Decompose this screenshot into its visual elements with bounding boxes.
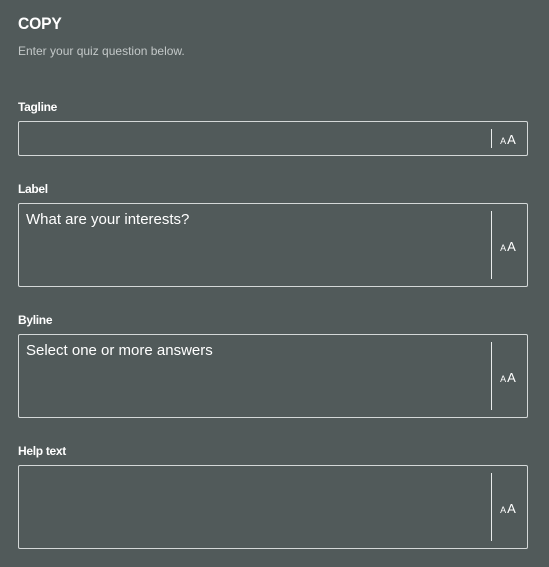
- section-title: COPY: [18, 14, 62, 33]
- text-size-icon[interactable]: AA: [499, 499, 517, 515]
- text-size-icon[interactable]: AA: [499, 130, 517, 146]
- byline-field[interactable]: Select one or more answers AA: [18, 334, 528, 418]
- help-text-label: Help text: [18, 444, 66, 458]
- tagline-field[interactable]: AA: [18, 121, 528, 156]
- label-value: What are your interests?: [26, 211, 190, 228]
- field-divider: [491, 129, 492, 148]
- text-size-icon[interactable]: AA: [499, 237, 517, 253]
- text-size-icon[interactable]: AA: [499, 368, 517, 384]
- byline-label: Byline: [18, 313, 53, 327]
- byline-value: Select one or more answers: [26, 342, 213, 359]
- copy-panel: COPY Enter your quiz question below. Tag…: [0, 0, 549, 567]
- field-divider: [491, 473, 492, 541]
- field-divider: [491, 211, 492, 279]
- help-text-field[interactable]: AA: [18, 465, 528, 549]
- section-description: Enter your quiz question below.: [18, 44, 185, 58]
- label-field[interactable]: What are your interests? AA: [18, 203, 528, 287]
- field-divider: [491, 342, 492, 410]
- label-label: Label: [18, 182, 48, 196]
- tagline-label: Tagline: [18, 100, 58, 114]
